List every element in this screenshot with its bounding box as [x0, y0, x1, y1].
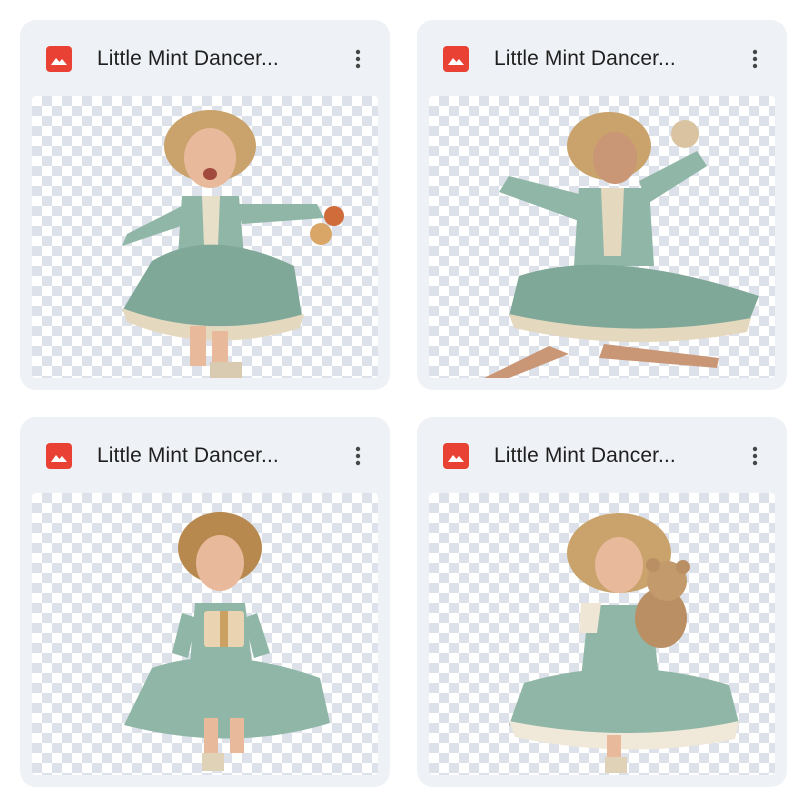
- file-thumbnail[interactable]: [32, 493, 378, 775]
- file-card[interactable]: Little Mint Dancer...: [20, 417, 390, 787]
- file-card[interactable]: Little Mint Dancer...: [417, 20, 787, 390]
- more-vert-icon: [355, 446, 361, 466]
- file-thumbnail[interactable]: [429, 96, 775, 378]
- dancer-image: [484, 112, 759, 378]
- image-file-icon: [443, 443, 469, 469]
- image-file-icon: [443, 46, 469, 72]
- image-file-icon: [46, 46, 72, 72]
- file-card-header: Little Mint Dancer...: [20, 20, 390, 96]
- dancer-image: [122, 110, 344, 378]
- file-card-header: Little Mint Dancer...: [417, 417, 787, 493]
- dancer-image: [124, 512, 330, 771]
- more-options-button[interactable]: [737, 437, 773, 473]
- more-options-button[interactable]: [340, 437, 376, 473]
- more-vert-icon: [752, 49, 758, 69]
- file-card[interactable]: Little Mint Dancer...: [20, 20, 390, 390]
- file-grid: Little Mint Dancer... Little Mint Dancer…: [0, 0, 802, 808]
- file-thumbnail[interactable]: [429, 493, 775, 775]
- file-name[interactable]: Little Mint Dancer...: [494, 46, 724, 72]
- file-card-header: Little Mint Dancer...: [20, 417, 390, 493]
- file-card-header: Little Mint Dancer...: [417, 20, 787, 96]
- file-name[interactable]: Little Mint Dancer...: [494, 443, 724, 469]
- more-vert-icon: [355, 49, 361, 69]
- image-file-icon: [46, 443, 72, 469]
- file-name[interactable]: Little Mint Dancer...: [97, 443, 327, 469]
- file-thumbnail[interactable]: [32, 96, 378, 378]
- more-options-button[interactable]: [737, 40, 773, 76]
- dancer-image: [509, 513, 739, 773]
- more-options-button[interactable]: [340, 40, 376, 76]
- file-name[interactable]: Little Mint Dancer...: [97, 46, 327, 72]
- file-card[interactable]: Little Mint Dancer...: [417, 417, 787, 787]
- more-vert-icon: [752, 446, 758, 466]
